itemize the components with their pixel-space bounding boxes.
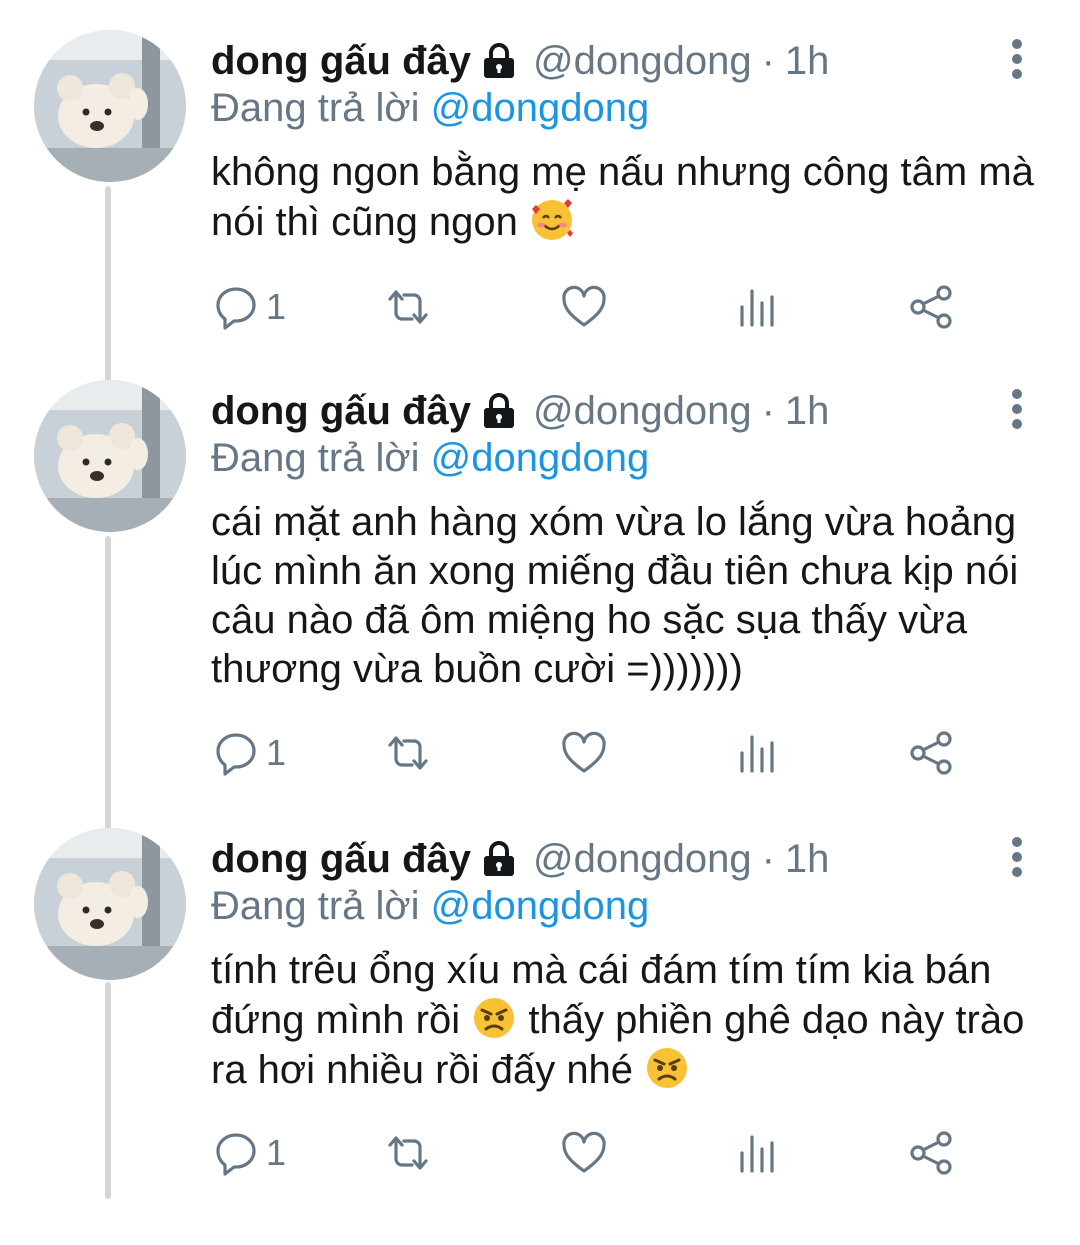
username[interactable]: @dongdong: [533, 39, 752, 84]
tweet-text-body: cái mặt anh hàng xóm vừa lo lắng vừa hoả…: [211, 500, 1019, 691]
retweet-button[interactable]: [384, 728, 432, 778]
mention-link[interactable]: @dongdong: [431, 86, 650, 130]
replying-prefix: Đang trả lời: [211, 436, 431, 480]
angry-face-icon: [471, 995, 517, 1041]
analytics-button[interactable]: [734, 728, 782, 778]
reply-button[interactable]: 1: [212, 282, 286, 332]
share-button[interactable]: [908, 282, 956, 332]
lock-icon: [479, 391, 519, 431]
replying-prefix: Đang trả lời: [211, 86, 431, 130]
tweet-actions: 1: [212, 1128, 972, 1178]
mention-link[interactable]: @dongdong: [431, 884, 650, 928]
tweet[interactable]: dong gấu đây @dongdong · 1h Đang trả lời…: [0, 798, 1080, 1245]
analytics-icon: [740, 735, 774, 773]
timestamp[interactable]: 1h: [785, 837, 830, 882]
tweet-header: dong gấu đây @dongdong · 1h: [211, 386, 829, 436]
display-name[interactable]: dong gấu đây: [211, 39, 471, 84]
replying-to: Đang trả lời @dongdong: [211, 86, 649, 131]
share-icon: [910, 731, 952, 775]
replying-prefix: Đang trả lời: [211, 884, 431, 928]
like-button[interactable]: [560, 728, 608, 778]
like-icon: [562, 285, 606, 327]
like-icon: [562, 1131, 606, 1173]
replying-to: Đang trả lời @dongdong: [211, 884, 649, 929]
avatar[interactable]: [34, 828, 186, 980]
tweet-text: tính trêu ổng xíu mà cái đám tím tím kia…: [211, 946, 1051, 1095]
tweet-header: dong gấu đây @dongdong · 1h: [211, 36, 829, 86]
reply-icon: [216, 1133, 256, 1176]
reply-icon: [216, 287, 256, 330]
avatar-image: [34, 380, 186, 532]
username[interactable]: @dongdong: [533, 837, 752, 882]
timestamp[interactable]: 1h: [785, 389, 830, 434]
tweet-actions: 1: [212, 728, 972, 778]
share-icon: [910, 285, 952, 329]
angry-face-icon: [644, 1045, 690, 1091]
share-icon: [910, 1131, 952, 1175]
username[interactable]: @dongdong: [533, 389, 752, 434]
tweet-header: dong gấu đây @dongdong · 1h: [211, 834, 829, 884]
avatar[interactable]: [34, 380, 186, 532]
more-vertical-icon[interactable]: [1003, 836, 1031, 878]
analytics-icon: [740, 1135, 774, 1173]
display-name[interactable]: dong gấu đây: [211, 389, 471, 434]
tweet-text-body: không ngon bằng mẹ nấu nhưng công tâm mà…: [211, 150, 1034, 244]
separator: ·: [761, 388, 775, 433]
display-name[interactable]: dong gấu đây: [211, 837, 471, 882]
replying-to: Đang trả lời @dongdong: [211, 436, 649, 481]
analytics-button[interactable]: [734, 282, 782, 332]
separator: ·: [761, 38, 775, 83]
tweet[interactable]: dong gấu đây @dongdong · 1h Đang trả lời…: [0, 350, 1080, 797]
reply-count: 1: [266, 286, 287, 327]
share-button[interactable]: [908, 1128, 956, 1178]
analytics-button[interactable]: [734, 1128, 782, 1178]
timestamp[interactable]: 1h: [785, 39, 830, 84]
separator: ·: [761, 836, 775, 881]
more-vertical-icon[interactable]: [1003, 388, 1031, 430]
tweet-text: không ngon bằng mẹ nấu nhưng công tâm mà…: [211, 148, 1051, 247]
reply-button[interactable]: 1: [212, 728, 286, 778]
reply-button[interactable]: 1: [212, 1128, 286, 1178]
analytics-icon: [740, 289, 774, 327]
lock-icon: [479, 839, 519, 879]
like-button[interactable]: [560, 282, 608, 332]
smiling-face-with-hearts-icon: [529, 197, 575, 243]
mention-link[interactable]: @dongdong: [431, 436, 650, 480]
avatar[interactable]: [34, 30, 186, 182]
more-vertical-icon[interactable]: [1003, 38, 1031, 80]
share-button[interactable]: [908, 728, 956, 778]
avatar-image: [34, 30, 186, 182]
tweet-text: cái mặt anh hàng xóm vừa lo lắng vừa hoả…: [211, 498, 1051, 694]
reply-count: 1: [266, 732, 287, 773]
avatar-image: [34, 828, 186, 980]
like-icon: [562, 731, 606, 773]
reply-count: 1: [266, 1132, 287, 1173]
retweet-icon: [388, 736, 428, 770]
tweet-actions: 1: [212, 282, 972, 332]
retweet-button[interactable]: [384, 282, 432, 332]
retweet-button[interactable]: [384, 1128, 432, 1178]
like-button[interactable]: [560, 1128, 608, 1178]
retweet-icon: [388, 290, 428, 324]
lock-icon: [479, 41, 519, 81]
retweet-icon: [388, 1136, 428, 1170]
reply-icon: [216, 733, 256, 776]
